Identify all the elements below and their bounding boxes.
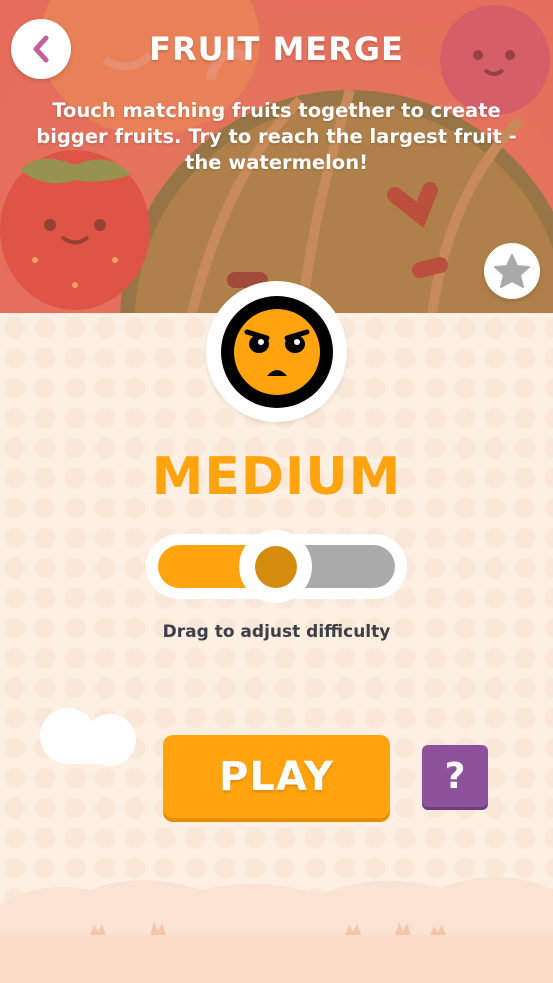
star-icon — [494, 254, 530, 288]
page-title: FRUIT MERGE — [149, 30, 404, 68]
slider-hint: Drag to adjust difficulty — [162, 622, 391, 642]
game-menu-screen: FRUIT MERGE Touch matching fruits togeth… — [0, 0, 553, 983]
help-button[interactable]: ? — [422, 745, 488, 807]
difficulty-slider[interactable] — [146, 530, 407, 603]
difficulty-label: MEDIUM — [151, 447, 402, 507]
slider-thumb[interactable] — [239, 530, 312, 603]
angry-face-icon — [220, 295, 333, 408]
difficulty-emblem — [206, 281, 347, 422]
slider-thumb-knob — [254, 545, 297, 588]
favorite-button[interactable] — [484, 243, 540, 299]
ground-decoration — [0, 876, 553, 983]
header-banner: FRUIT MERGE Touch matching fruits togeth… — [0, 0, 553, 313]
cloud-decoration — [40, 708, 136, 766]
game-description: Touch matching fruits together to create… — [36, 99, 517, 174]
play-button[interactable]: PLAY — [163, 735, 390, 818]
